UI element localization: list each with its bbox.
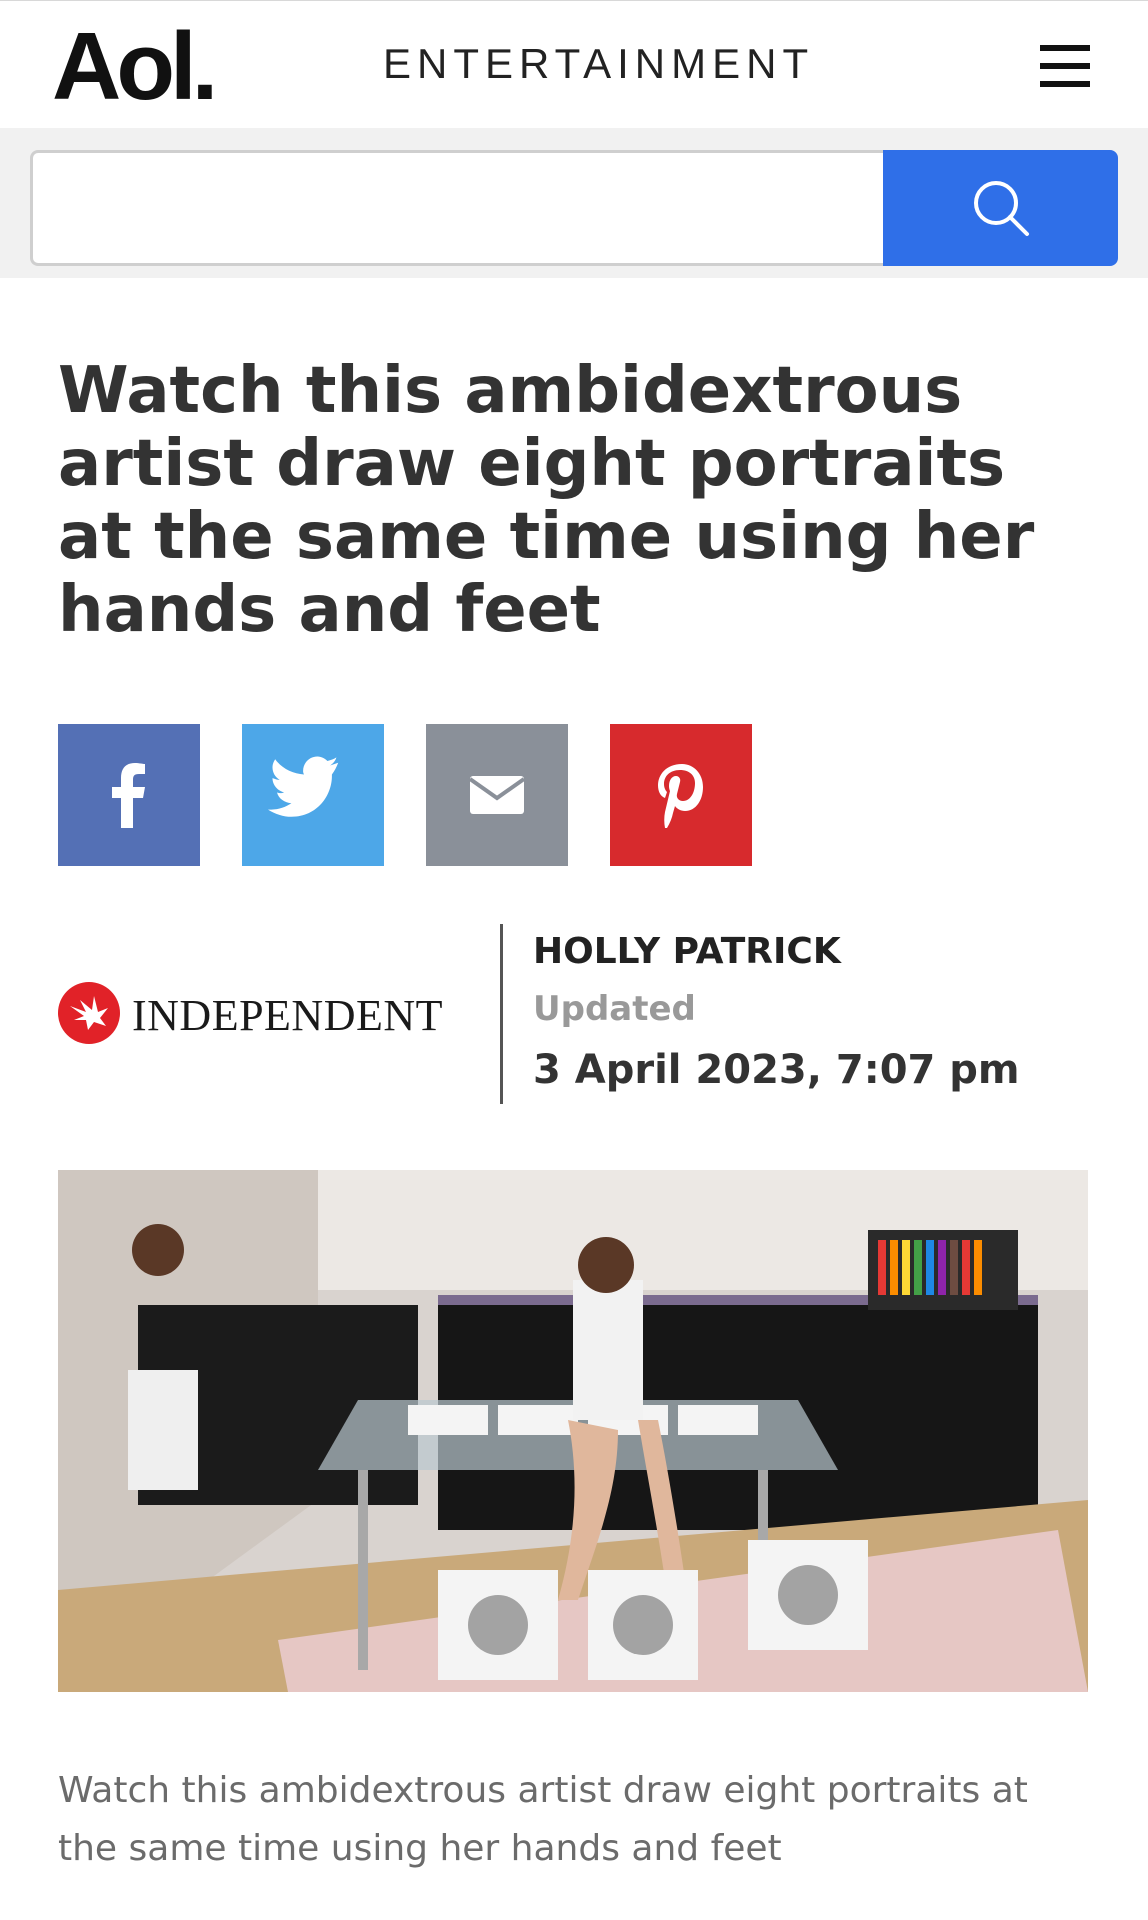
eagle-logo-icon — [58, 982, 120, 1044]
article-headline: Watch this ambidextrous artist draw eigh… — [58, 354, 1035, 647]
section-label[interactable]: ENTERTAINMENT — [383, 43, 814, 85]
twitter-share-button[interactable] — [242, 724, 384, 866]
facebook-icon — [112, 763, 145, 828]
pinterest-share-button[interactable] — [610, 724, 752, 866]
site-header: Aol. ENTERTAINMENT — [0, 0, 1148, 128]
email-share-button[interactable] — [426, 724, 568, 866]
pinterest-icon — [658, 764, 703, 828]
email-icon — [468, 776, 526, 814]
updated-label: Updated — [533, 989, 696, 1029]
photo-caption: Watch this ambidextrous artist draw eigh… — [58, 1770, 1028, 1869]
search-button[interactable] — [883, 150, 1118, 266]
source-name: INDEPENDENT — [132, 991, 444, 1040]
author-name[interactable]: HOLLY PATRICK — [533, 934, 841, 970]
search-input[interactable] — [30, 150, 886, 266]
byline-divider — [500, 924, 503, 1104]
twitter-icon — [268, 756, 339, 817]
updated-date: 3 April 2023, 7:07 pm — [533, 1047, 1020, 1093]
article-photo[interactable] — [58, 1170, 1088, 1692]
hamburger-menu-icon[interactable] — [1040, 41, 1090, 91]
search-icon — [974, 181, 1029, 236]
facebook-share-button[interactable] — [58, 724, 200, 866]
aol-logo[interactable]: Aol. — [52, 19, 218, 115]
